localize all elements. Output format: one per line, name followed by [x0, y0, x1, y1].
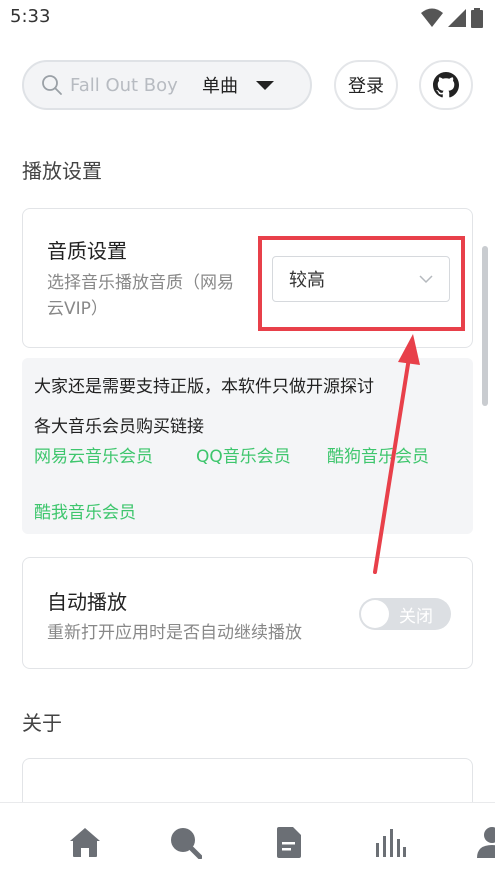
autoplay-card: 自动播放 重新打开应用时是否自动继续播放 关闭 [22, 557, 473, 669]
bottom-nav [0, 802, 495, 881]
support-info-panel: 大家还是需要支持正版，本软件只做开源探讨 各大音乐会员购买链接 网易云音乐会员 … [22, 358, 473, 534]
quality-description-line1: 选择音乐播放音质（网易 [47, 273, 234, 293]
status-time: 5:33 [10, 6, 51, 27]
home-icon[interactable] [68, 825, 102, 859]
vip-links-heading: 各大音乐会员购买链接 [34, 417, 204, 437]
quality-description-line2: 云VIP） [47, 299, 108, 319]
quality-title: 音质设置 [47, 239, 127, 263]
support-notice: 大家还是需要支持正版，本软件只做开源探讨 [34, 377, 374, 397]
wifi-icon [421, 8, 443, 27]
search-type-select[interactable]: 单曲 [202, 72, 238, 98]
section-title-playback: 播放设置 [22, 159, 102, 183]
battery-icon [471, 8, 483, 28]
caret-down-icon[interactable] [256, 80, 274, 90]
chart-icon[interactable] [373, 825, 407, 859]
autoplay-toggle[interactable]: 关闭 [359, 598, 451, 630]
netease-vip-link[interactable]: 网易云音乐会员 [34, 442, 153, 467]
search-box[interactable]: Fall Out Boy 单曲 [22, 60, 312, 110]
signal-icon [448, 9, 466, 27]
github-icon [433, 72, 459, 98]
kuwo-vip-link[interactable]: 酷我音乐会员 [34, 498, 136, 523]
document-icon[interactable] [272, 825, 306, 859]
autoplay-description: 重新打开应用时是否自动继续播放 [47, 623, 302, 643]
highlight-box [258, 236, 465, 331]
toggle-knob [361, 600, 389, 628]
search-input[interactable]: Fall Out Boy [70, 75, 196, 96]
search-icon [42, 75, 62, 95]
github-button[interactable] [419, 60, 473, 110]
kugou-vip-link[interactable]: 酷狗音乐会员 [327, 442, 429, 467]
qq-vip-link[interactable]: QQ音乐会员 [196, 442, 291, 467]
login-button[interactable]: 登录 [334, 60, 398, 110]
user-icon[interactable] [475, 825, 495, 859]
search-icon[interactable] [168, 825, 202, 859]
autoplay-title: 自动播放 [47, 590, 127, 614]
status-bar: 5:33 [0, 0, 495, 36]
toggle-label: 关闭 [399, 607, 433, 627]
status-icons [421, 8, 483, 28]
section-title-about: 关于 [22, 711, 62, 735]
scrollbar[interactable] [482, 246, 488, 406]
